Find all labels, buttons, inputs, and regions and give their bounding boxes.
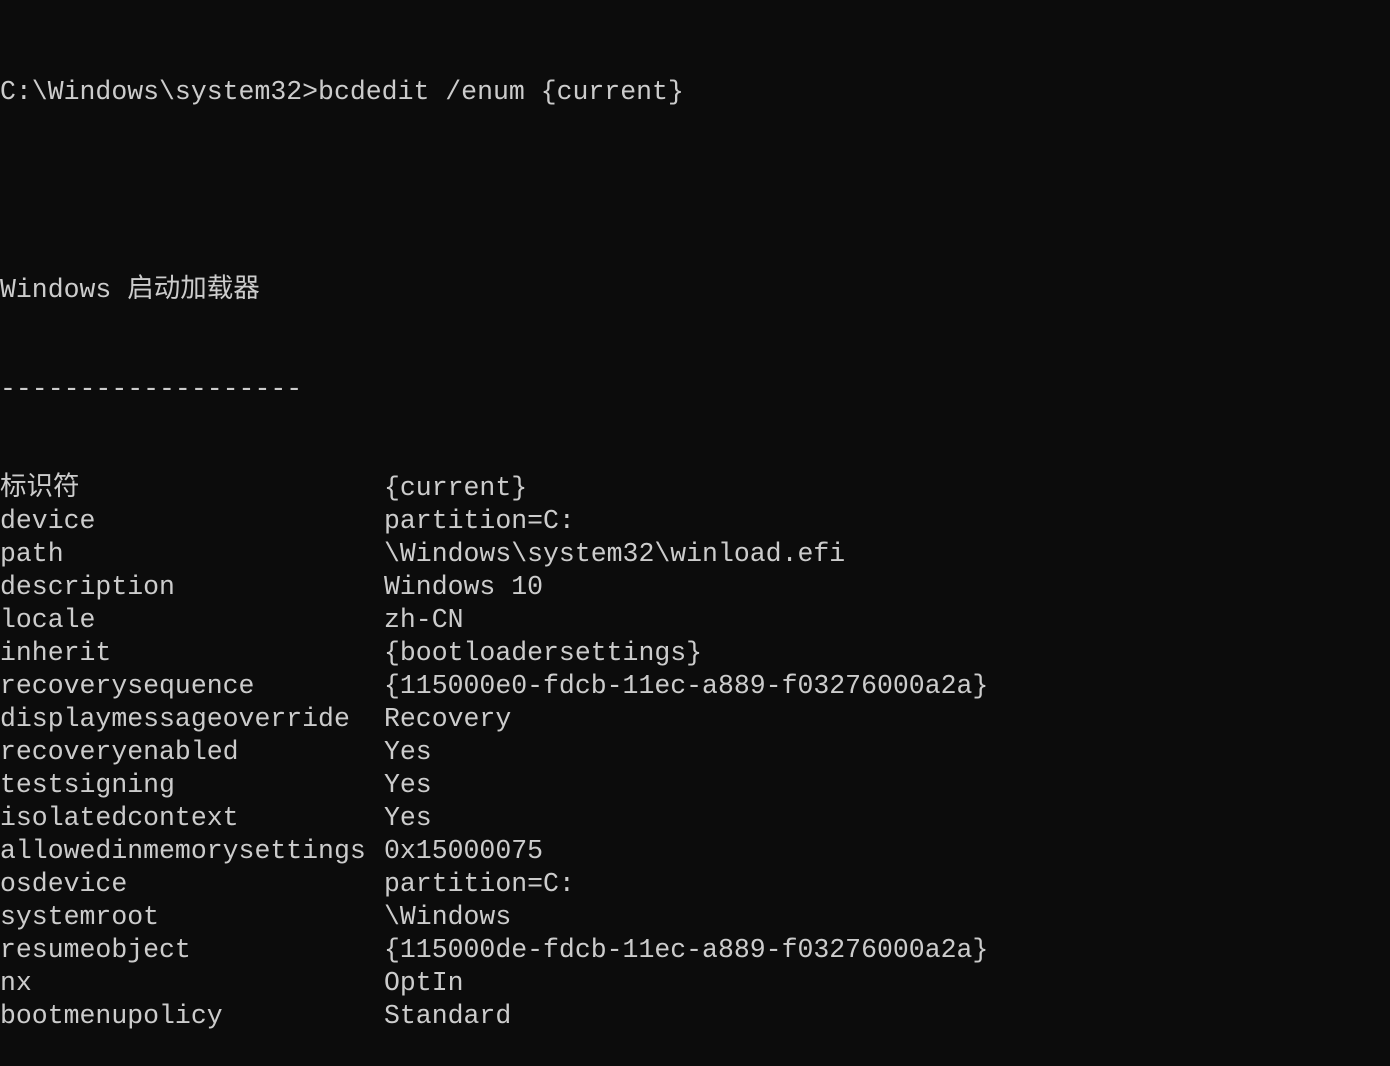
- entry-row: nx OptIn: [0, 967, 988, 1000]
- entry-key: recoverysequence: [0, 671, 255, 701]
- entry-value: Recovery: [384, 704, 512, 734]
- entry-row: allowedinmemorysettings 0x15000075: [0, 835, 988, 868]
- entry-key: displaymessageoverride: [0, 704, 350, 734]
- entry-key: testsigning: [0, 770, 175, 800]
- entry-value: \Windows: [384, 902, 512, 932]
- entry-key: allowedinmemorysettings: [0, 836, 366, 866]
- entry-row: recoverysequence {115000e0-fdcb-11ec-a889…: [0, 670, 988, 703]
- entry-value: {current}: [384, 473, 528, 503]
- entry-key: systemroot: [0, 902, 160, 932]
- entry-key: resumeobject: [0, 935, 191, 965]
- entry-row: osdevice partition=C:: [0, 868, 988, 901]
- entry-key: inherit: [0, 638, 112, 668]
- entry-value: Windows 10: [384, 572, 544, 602]
- entry-row: systemroot \Windows: [0, 901, 988, 934]
- entry-row: device partition=C:: [0, 505, 988, 538]
- entry-row: 标识符 {current}: [0, 472, 988, 505]
- entry-row: displaymessageoverride Recovery: [0, 703, 988, 736]
- entry-value: {115000e0-fdcb-11ec-a889-f03276000a2a}: [384, 671, 989, 701]
- entry-key: device: [0, 506, 96, 536]
- entry-value: {bootloadersettings}: [384, 638, 703, 668]
- entry-row: testsigning Yes: [0, 769, 988, 802]
- section-title: Windows 启动加载器: [0, 275, 260, 305]
- entry-value: partition=C:: [384, 869, 575, 899]
- entry-key: path: [0, 539, 64, 569]
- command-line: C:\Windows\system32>bcdedit /enum {curre…: [0, 77, 684, 107]
- entry-value: zh-CN: [384, 605, 464, 635]
- entry-key: locale: [0, 605, 96, 635]
- entry-row: path \Windows\system32\winload.efi: [0, 538, 988, 571]
- entry-row: locale zh-CN: [0, 604, 988, 637]
- entry-key: isolatedcontext: [0, 803, 239, 833]
- entry-row: bootmenupolicy Standard: [0, 1000, 988, 1033]
- entry-key: description: [0, 572, 175, 602]
- entry-value: 0x15000075: [384, 836, 544, 866]
- separator: -------------------: [0, 374, 303, 404]
- entry-value: Yes: [384, 803, 432, 833]
- entry-key: recoveryenabled: [0, 737, 239, 767]
- entry-value: \Windows\system32\winload.efi: [384, 539, 846, 569]
- entry-value: Standard: [384, 1001, 512, 1031]
- entry-value: partition=C:: [384, 506, 575, 536]
- entry-value: {115000de-fdcb-11ec-a889-f03276000a2a}: [384, 935, 989, 965]
- entry-row: recoveryenabled Yes: [0, 736, 988, 769]
- console-output[interactable]: C:\Windows\system32>bcdedit /enum {curre…: [0, 10, 988, 1066]
- entry-row: isolatedcontext Yes: [0, 802, 988, 835]
- entry-value: Yes: [384, 737, 432, 767]
- entry-row: description Windows 10: [0, 571, 988, 604]
- entry-value: Yes: [384, 770, 432, 800]
- entry-row: resumeobject {115000de-fdcb-11ec-a889-f03…: [0, 934, 988, 967]
- entry-key: nx: [0, 968, 32, 998]
- entry-value: OptIn: [384, 968, 464, 998]
- entry-list: 标识符 {current} device partition=C: path \Windo…: [0, 472, 988, 1033]
- entry-key: bootmenupolicy: [0, 1001, 223, 1031]
- entry-key: osdevice: [0, 869, 128, 899]
- entry-key: 标识符: [0, 473, 80, 503]
- entry-row: inherit {bootloadersettings}: [0, 637, 988, 670]
